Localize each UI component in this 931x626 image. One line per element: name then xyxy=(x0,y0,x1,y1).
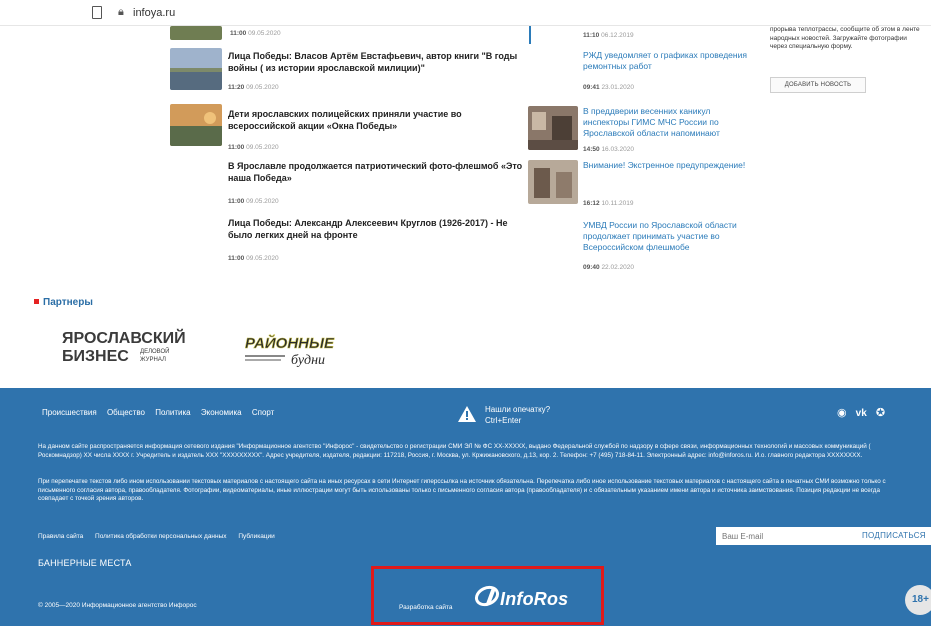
subscribe-form: ПОДПИСАТЬСЯ xyxy=(716,527,931,545)
footer-nav-item[interactable]: Спорт xyxy=(252,408,275,417)
subscribe-button[interactable]: ПОДПИСАТЬСЯ xyxy=(862,531,926,540)
news-date: 11:00 09.05.2020 xyxy=(228,198,279,205)
news-title[interactable]: Лица Победы: Александр Алексеевич Кругло… xyxy=(228,217,523,241)
news-title[interactable]: Внимание! Экстренное предупреждение! xyxy=(583,160,753,171)
news-date: 16:12 10.11.2019 xyxy=(583,200,634,207)
news-thumbnail[interactable] xyxy=(528,160,578,204)
logo-text: ЖУРНАЛ xyxy=(140,357,166,363)
url-text[interactable]: infoya.ru xyxy=(133,7,175,19)
partner-logo-rayonnye-budni[interactable]: РАЙОННЫЕ будни xyxy=(245,330,355,370)
copyright-text: © 2005—2020 Информационное агентство Инф… xyxy=(38,602,197,609)
partners-heading: Партнеры xyxy=(34,297,93,308)
news-thumbnail[interactable] xyxy=(170,48,222,90)
news-title[interactable]: Дети ярославских полицейских приняли уча… xyxy=(228,108,523,132)
footer-nav-item[interactable]: Происшествия xyxy=(42,408,97,417)
news-date: 09:41 23.01.2020 xyxy=(583,84,634,91)
sidebar-text: прорыва теплотрассы, сообщите об этом в … xyxy=(770,26,920,50)
news-thumbnail[interactable] xyxy=(170,26,222,40)
browser-address-bar: 🔒︎ infoya.ru xyxy=(0,0,931,26)
news-title[interactable]: РЖД уведомляет о графиках проведения рем… xyxy=(583,50,753,72)
bullet-icon xyxy=(34,298,39,304)
news-title[interactable]: УМВД России по Ярославской области продо… xyxy=(583,220,758,253)
footer-nav-item[interactable]: Экономика xyxy=(201,408,242,417)
footer-nav-item[interactable]: Общество xyxy=(107,408,145,417)
footer-link[interactable]: Правила сайта xyxy=(38,533,83,540)
footer-nav: Происшествия Общество Политика Экономика… xyxy=(42,408,282,417)
divider xyxy=(529,26,531,44)
news-date: 11:20 09.05.2020 xyxy=(228,84,279,91)
logo-text: будни xyxy=(291,353,325,368)
news-thumbnail[interactable] xyxy=(170,104,222,146)
news-date: 11:00 09.05.2020 xyxy=(230,30,281,37)
copyright-notice: При перепечатке текстов либо ином исполь… xyxy=(38,478,886,502)
typo-report-shortcut: Ctrl+Enter xyxy=(485,416,522,425)
typo-report-title: Нашли опечатку? xyxy=(485,405,551,414)
logo-text: БИЗНЕС xyxy=(62,348,129,365)
inforos-logo-text: InfoRos xyxy=(500,589,569,609)
footer-link[interactable]: Публикации xyxy=(238,533,274,540)
logo-text: ДЕЛОВОЙ xyxy=(140,347,169,355)
news-thumbnail[interactable] xyxy=(528,106,578,150)
footer-nav-item[interactable]: Политика xyxy=(155,408,190,417)
banner-places-link[interactable]: БАННЕРНЫЕ МЕСТА xyxy=(38,558,132,568)
rss-icon[interactable]: ◉ xyxy=(837,407,847,419)
warning-icon xyxy=(458,406,476,422)
news-date: 11:00 09.05.2020 xyxy=(228,255,279,262)
news-date: 11:00 09.05.2020 xyxy=(228,144,279,151)
news-date: 11:10 06.12.2019 xyxy=(583,32,634,39)
news-title[interactable]: В преддверии весенних каникул инспекторы… xyxy=(583,106,758,139)
developer-label: Разработка сайта xyxy=(399,604,453,611)
legal-paragraph: На данном сайте распространяется информа… xyxy=(38,443,871,459)
age-rating-badge: 18+ xyxy=(905,585,931,615)
odnoklassniki-icon[interactable]: ✪ xyxy=(876,407,885,419)
logo-text: РАЙОННЫЕ xyxy=(245,334,335,352)
news-title[interactable]: В Ярославле продолжается патриотический … xyxy=(228,160,523,184)
logo-text: ЯРОСЛАВСКИЙ xyxy=(62,328,185,347)
news-date: 14:50 16.03.2020 xyxy=(583,146,634,153)
inforos-logo-icon xyxy=(474,585,500,607)
bookmark-icon[interactable] xyxy=(92,6,102,19)
add-news-button[interactable]: ДОБАВИТЬ НОВОСТЬ xyxy=(770,77,866,93)
email-field[interactable] xyxy=(716,527,846,545)
news-date: 09:40 22.02.2020 xyxy=(583,264,634,271)
vk-icon[interactable]: vk xyxy=(856,408,867,419)
footer-link[interactable]: Политика обработки персональных данных xyxy=(95,533,227,540)
partner-logo-yaroslavsky-biznes[interactable]: ЯРОСЛАВСКИЙ БИЗНЕС ДЕЛОВОЙ ЖУРНАЛ xyxy=(60,327,185,367)
developer-credit[interactable]: Разработка сайта InfoRos xyxy=(371,566,604,625)
lock-icon: 🔒︎ xyxy=(118,6,124,18)
social-links: ◉ vk ✪ xyxy=(837,406,891,419)
news-title[interactable]: Лица Победы: Власов Артём Евстафьевич, а… xyxy=(228,50,523,74)
footer-links: Правила сайта Политика обработки персона… xyxy=(38,533,285,540)
site-footer: Происшествия Общество Политика Экономика… xyxy=(0,388,931,626)
